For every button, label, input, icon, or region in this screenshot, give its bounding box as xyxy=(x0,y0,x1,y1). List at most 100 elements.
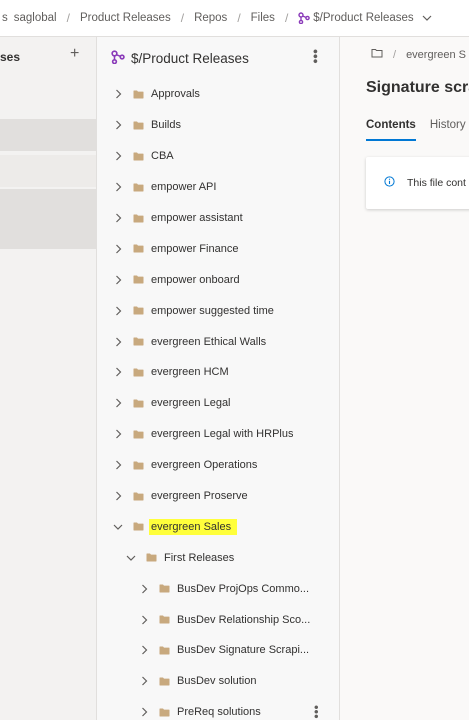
breadcrumb-org-fragment[interactable]: s xyxy=(2,12,8,24)
tree-item[interactable]: evergreen Legal xyxy=(97,388,339,419)
tree-item-label: evergreen Ethical Walls xyxy=(151,335,267,348)
breadcrumb-separator: / xyxy=(284,11,289,25)
folder-icon xyxy=(159,615,170,624)
tree-item[interactable]: evergreen Sales xyxy=(97,511,339,542)
tree-item-label: empower assistant xyxy=(151,212,243,224)
breadcrumb-repo[interactable]: $/Product Releases xyxy=(313,12,413,24)
folder-icon xyxy=(133,90,144,99)
more-options-icon[interactable]: ••• xyxy=(308,49,324,64)
tree-item-label: CBA xyxy=(151,150,174,163)
tree-item-label: empower suggested time xyxy=(151,304,274,317)
tree-title: $/Product Releases xyxy=(131,50,249,66)
tree-item[interactable]: evergreen HCM xyxy=(97,357,339,388)
tree-item[interactable]: evergreen Ethical Walls xyxy=(97,326,339,357)
tree-item[interactable]: evergreen Operations xyxy=(97,450,339,481)
tree-item[interactable]: CBA xyxy=(97,141,339,172)
top-breadcrumb: s saglobal / Product Releases / Repos / … xyxy=(0,0,469,37)
tree-item[interactable]: First Releases xyxy=(97,542,339,573)
folder-icon xyxy=(133,461,144,470)
tree-item[interactable]: PreReq solutions ••• xyxy=(97,697,339,720)
chevron-right-icon[interactable] xyxy=(113,182,123,192)
tab-history[interactable]: History xyxy=(430,119,466,141)
file-title: Signature scra xyxy=(366,79,469,96)
chevron-right-icon[interactable] xyxy=(113,151,123,161)
folder-outline-icon[interactable] xyxy=(371,48,383,61)
left-nav-item-selected[interactable] xyxy=(0,155,96,187)
tree-item[interactable]: empower API xyxy=(97,172,339,203)
chevron-right-icon[interactable] xyxy=(113,275,123,285)
notice-card: This file cont xyxy=(366,157,469,209)
info-icon xyxy=(384,176,395,190)
chevron-right-icon[interactable] xyxy=(113,367,123,377)
folder-icon xyxy=(133,152,144,161)
chevron-right-icon[interactable] xyxy=(139,707,149,717)
tree-item-label: BusDev ProjOps Commo... xyxy=(177,582,310,595)
breadcrumb-repos[interactable]: Repos xyxy=(194,12,227,24)
content-tabs: Contents History xyxy=(366,119,469,141)
breadcrumb-separator: / xyxy=(393,48,397,61)
chevron-right-icon[interactable] xyxy=(113,460,123,470)
folder-icon xyxy=(159,677,170,686)
tree-item[interactable]: empower Finance xyxy=(97,233,339,264)
chevron-right-icon[interactable] xyxy=(113,306,123,316)
tree-item-label: BusDev Relationship Sco... xyxy=(177,613,311,626)
tree-item[interactable]: empower onboard xyxy=(97,264,339,295)
tree-item-label: evergreen Legal xyxy=(151,397,231,410)
tree-item-label: BusDev Signature Scrapi... xyxy=(177,644,310,657)
folder-icon xyxy=(133,214,144,223)
folder-icon xyxy=(133,306,144,315)
tree-item[interactable]: evergreen Proserve xyxy=(97,481,339,512)
left-nav-item[interactable] xyxy=(0,189,96,249)
notice-text: This file cont xyxy=(407,177,466,189)
tree-item-label: empower Finance xyxy=(151,242,239,255)
tree-header: $/Product Releases ••• xyxy=(97,37,339,79)
content-breadcrumb: / evergreen S xyxy=(371,48,466,61)
tree-item[interactable]: empower assistant xyxy=(97,203,339,234)
chevron-right-icon[interactable] xyxy=(113,89,123,99)
tree-item[interactable]: evergreen Legal with HRPlus xyxy=(97,419,339,450)
tab-contents[interactable]: Contents xyxy=(366,119,416,141)
tree-item[interactable]: BusDev Relationship Sco... xyxy=(97,604,339,635)
folder-icon xyxy=(159,584,170,593)
chevron-right-icon[interactable] xyxy=(139,584,149,594)
breadcrumb-files[interactable]: Files xyxy=(251,12,275,24)
chevron-down-icon[interactable] xyxy=(126,554,136,562)
chevron-right-icon[interactable] xyxy=(139,676,149,686)
breadcrumb-separator: / xyxy=(180,11,185,25)
tree-item[interactable]: Builds xyxy=(97,110,339,141)
chevron-down-icon[interactable] xyxy=(422,14,432,22)
tree-item-label: evergreen HCM xyxy=(151,366,229,379)
chevron-right-icon[interactable] xyxy=(139,615,149,625)
tree-item[interactable]: BusDev ProjOps Commo... xyxy=(97,573,339,604)
folder-icon xyxy=(133,337,144,346)
chevron-right-icon[interactable] xyxy=(113,491,123,501)
folder-icon xyxy=(133,430,144,439)
repo-icon xyxy=(298,12,311,24)
breadcrumb-separator: / xyxy=(66,11,70,25)
tree-item-label: BusDev solution xyxy=(177,675,257,688)
folder-icon xyxy=(146,553,157,562)
tree-item[interactable]: Approvals xyxy=(97,79,339,110)
folder-icon xyxy=(133,183,144,192)
chevron-right-icon[interactable] xyxy=(113,429,123,439)
chevron-right-icon[interactable] xyxy=(113,120,123,130)
more-options-icon[interactable]: ••• xyxy=(309,705,324,719)
chevron-right-icon[interactable] xyxy=(139,645,149,655)
tree-item[interactable]: BusDev Signature Scrapi... xyxy=(97,635,339,666)
chevron-right-icon[interactable] xyxy=(113,213,123,223)
chevron-right-icon[interactable] xyxy=(113,337,123,347)
folder-icon xyxy=(159,646,170,655)
add-icon[interactable]: + xyxy=(70,45,79,63)
chevron-right-icon[interactable] xyxy=(113,398,123,408)
tree-item[interactable]: BusDev solution xyxy=(97,666,339,697)
content-breadcrumb-item[interactable]: evergreen S xyxy=(406,49,466,61)
left-panel-title: ses xyxy=(0,50,21,64)
chevron-down-icon[interactable] xyxy=(113,523,123,531)
chevron-right-icon[interactable] xyxy=(113,244,123,254)
breadcrumb-project[interactable]: Product Releases xyxy=(80,12,171,24)
tree-item-label: empower API xyxy=(151,181,217,194)
tree-item[interactable]: empower suggested time xyxy=(97,295,339,326)
tree-item-label: Builds xyxy=(151,119,181,132)
left-nav-item[interactable] xyxy=(0,119,96,151)
breadcrumb-org[interactable]: saglobal xyxy=(14,12,57,24)
